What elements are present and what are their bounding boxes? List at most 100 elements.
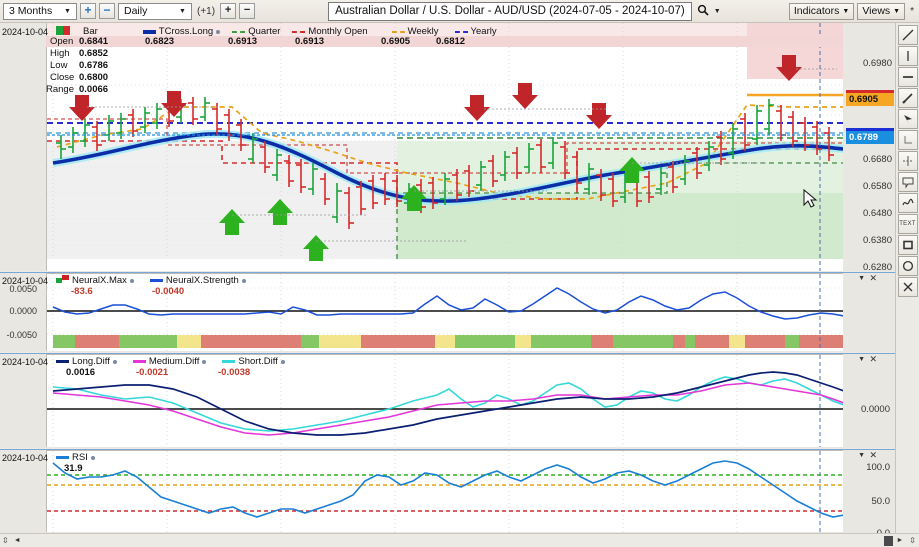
options-dot-icon[interactable] [112,359,117,364]
interval-select[interactable]: Daily ▼ [118,2,192,20]
scroll-resize-left-handle[interactable]: ⇳ [0,536,11,545]
curve-tool-icon[interactable] [897,193,918,213]
scroll-left-button[interactable]: ◄ [11,537,24,544]
top-toolbar: 3 Months ▼ + − Daily ▼ (+1) + − Australi… [0,0,919,23]
options-dot-icon[interactable] [129,278,134,283]
bar-offset-label: (+1) [197,5,216,17]
diff-tick: 0.0000 [860,404,890,415]
trading-chart-window: 3 Months ▼ + − Daily ▼ (+1) + − Australi… [0,0,919,547]
symbol-text: Australian Dollar / U.S. Dollar - AUD/US… [335,5,685,17]
options-dot-icon[interactable] [216,29,221,34]
ohlc-value-open: 0.6841 [79,36,109,47]
rsi-legend-date: 2024-10-04 [2,452,49,463]
line-swatch-icon [56,456,69,459]
dash-swatch-icon [232,30,246,33]
options-dot-icon[interactable] [202,359,207,364]
trendline-tool-icon[interactable] [897,25,918,45]
series-value-tcross-long: 0.6823 [145,36,175,47]
bottom-scrollbar[interactable]: ⇳ ◄ ► ⇳ [0,533,919,547]
main-plot-area[interactable] [46,23,843,271]
diff-panel: 2024-10-04 Long.Diff Medium.Diff Short.D… [0,353,895,448]
bar-offset-increase-button[interactable]: + [220,3,237,19]
rsi-close-button[interactable]: ✕ [869,450,877,461]
pencil-tool-icon[interactable] [897,88,918,108]
legend-label: NeuralX.Strength [165,275,239,286]
price-axis[interactable]: 0.6980 0.6680 0.6580 0.6480 0.6380 0.628… [846,23,894,273]
rsi-chart-svg [47,451,843,532]
period-value: 3 Months [9,5,53,17]
price-tick: 0.6580 [862,181,892,192]
neuralx-axis: 0.0050 0.0000 -0.0050 [0,273,40,351]
rsi-tick: 50.0 [871,496,891,507]
scroll-right-button[interactable]: ► [893,537,906,544]
legend-item-short-diff[interactable]: Short.Diff [222,356,285,367]
rsi-panel: 2024-10-04 RSI 31.9 100.0 50.0 0.0 ▼ ✕ [0,449,895,539]
arrow-tool-icon[interactable] [897,109,918,129]
bar-swatch-icon [56,275,69,286]
period-select[interactable]: 3 Months ▼ [3,2,77,20]
neuralx-tick: -0.0050 [6,330,37,340]
legend-item-rsi[interactable]: RSI [56,452,95,463]
price-tick: 0.6980 [862,58,892,69]
rectangle-tool-icon[interactable] [897,235,918,255]
favorite-star-icon[interactable]: * [908,6,916,17]
dash-swatch-icon [391,30,405,33]
options-dot-icon[interactable] [280,359,285,364]
scroll-resize-right-handle[interactable]: ⇳ [906,536,919,545]
price-tick: 0.6380 [862,235,892,246]
rsi-collapse-button[interactable]: ▼ [858,452,865,459]
delete-tool-icon[interactable] [897,277,918,297]
neuralx-strength-value: -0.0040 [152,286,185,297]
legend-label: NeuralX.Max [72,275,127,286]
series-value-monthly-open: 0.6913 [295,36,325,47]
rsi-tick: 100.0 [866,462,890,473]
ohlc-value-close: 0.6800 [79,72,109,83]
ohlc-label-low: Low [50,60,68,71]
main-price-panel: 2024-10-04 Bar TCross.Long Quarter Month… [0,23,895,287]
search-dropdown-icon[interactable]: ▼ [714,8,725,15]
chevron-down-icon: ▼ [64,7,71,15]
rsi-plot-area[interactable] [46,450,843,532]
options-dot-icon[interactable] [90,455,95,460]
indicators-button[interactable]: Indicators ▼ [788,2,855,20]
neuralx-tick: 0.0000 [9,306,37,316]
text-tool-icon[interactable]: TEXT [897,214,918,234]
series-value-yearly: 0.6812 [436,36,466,47]
legend-item-neuralx-strength[interactable]: NeuralX.Strength [149,275,246,286]
weekly-price-tag[interactable]: 0.6905 [846,90,894,106]
legend-item-long-diff[interactable]: Long.Diff [56,356,117,367]
series-value-quarter: 0.6913 [228,36,258,47]
views-button[interactable]: Views ▼ [857,2,906,20]
rsi-value: 31.9 [64,463,83,474]
line-swatch-icon [56,360,69,363]
vertical-line-tool-icon[interactable] [897,46,918,66]
diff-close-button[interactable]: ✕ [869,354,877,365]
legend-item-neuralx-max[interactable]: NeuralX.Max [56,275,134,286]
ohlc-value-range: 0.0066 [79,84,109,95]
main-legend-date: 2024-10-04 [2,26,49,37]
ellipse-tool-icon[interactable] [897,256,918,276]
scroll-thumb[interactable] [884,535,894,546]
long-diff-value: 0.0016 [66,367,96,378]
search-icon[interactable] [695,4,711,19]
symbol-input[interactable]: Australian Dollar / U.S. Dollar - AUD/US… [328,1,692,21]
options-dot-icon[interactable] [241,278,246,283]
neuralx-close-button[interactable]: ✕ [869,273,877,284]
callout-tool-icon[interactable] [897,172,918,192]
legend-label: Medium.Diff [148,356,200,367]
chevron-down-icon: ▼ [179,7,186,15]
period-zoom-in-button[interactable]: + [80,3,96,19]
diff-collapse-button[interactable]: ▼ [858,356,865,363]
dash-swatch-icon [292,30,306,33]
retracement-tool-icon[interactable] [897,130,918,150]
legend-item-medium-diff[interactable]: Medium.Diff [132,356,207,367]
neuralx-collapse-button[interactable]: ▼ [858,275,865,282]
legend-label: RSI [72,452,88,463]
bar-offset-decrease-button[interactable]: − [239,3,256,19]
neuralx-tick: 0.0050 [9,284,37,294]
period-zoom-out-button[interactable]: − [99,3,115,19]
last-price-tag[interactable]: 0.6789 [846,128,894,144]
horizontal-line-tool-icon[interactable] [897,67,918,87]
ohlc-label-open: Open [50,36,74,47]
crosshair-tool-icon[interactable] [897,151,918,171]
